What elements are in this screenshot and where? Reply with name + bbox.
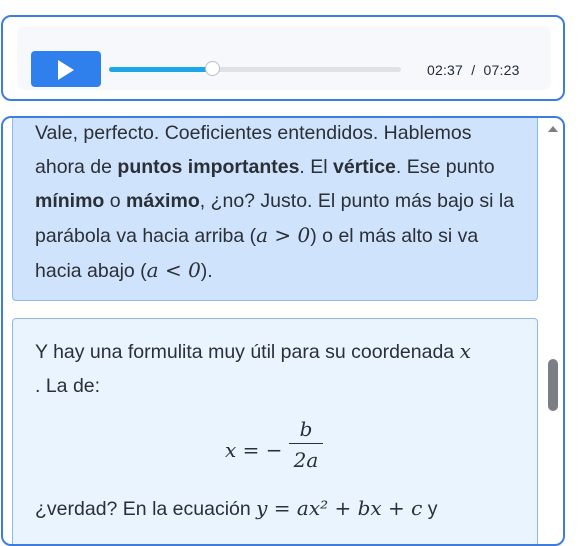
- text-segment: Y hay una formulita muy útil para su coo…: [35, 341, 460, 363]
- audio-player: 02:37 / 07:23: [1, 15, 565, 101]
- bold-term: mínimo: [35, 190, 105, 212]
- formula-lhs: x = −: [225, 438, 283, 462]
- text-segment: o: [104, 190, 127, 212]
- text-segment: . Ese punto: [395, 156, 495, 178]
- transcript-message-current: Vale, perfecto. Coeficientes entendidos.…: [12, 118, 538, 301]
- time-display: 02:37 / 07:23: [427, 62, 520, 78]
- fraction-numerator: b: [289, 415, 323, 444]
- fraction: b 2a: [289, 415, 323, 476]
- math-inline: x: [459, 339, 471, 363]
- current-time: 02:37: [427, 62, 464, 78]
- math-display: x = − b 2a: [35, 413, 517, 483]
- bold-term: puntos importantes: [117, 156, 300, 178]
- text-segment: y: [422, 498, 438, 520]
- bold-term: máximo: [126, 190, 200, 212]
- message-text: ¿verdad? En la ecuación y = ax² + bx + c…: [35, 491, 517, 526]
- text-segment: ¿verdad? En la ecuación: [35, 498, 257, 520]
- progress-fill: [109, 67, 213, 72]
- text-segment: . La de:: [35, 375, 101, 397]
- transcript-message: Y hay una formulita muy útil para su coo…: [12, 318, 538, 544]
- message-text: Y hay una formulita muy útil para su coo…: [35, 334, 517, 403]
- scroll-thumb[interactable]: [548, 359, 558, 411]
- play-button[interactable]: [31, 51, 101, 87]
- transcript-panel[interactable]: Vale, perfecto. Coeficientes entendidos.…: [1, 116, 565, 546]
- progress-track[interactable]: [109, 61, 401, 76]
- play-icon: [58, 60, 74, 80]
- text-segment: . El: [299, 156, 334, 178]
- scrollbar[interactable]: [546, 122, 560, 532]
- progress-thumb[interactable]: [204, 61, 220, 76]
- player-controls: 02:37 / 07:23: [17, 26, 551, 90]
- scroll-up-arrow-icon[interactable]: [546, 122, 560, 136]
- fraction-denominator: 2a: [293, 448, 319, 472]
- math-inline: a < 0: [146, 258, 201, 282]
- text-segment: ).: [200, 260, 213, 282]
- time-separator: /: [471, 62, 476, 78]
- bold-term: vértice: [333, 156, 396, 178]
- message-text: Vale, perfecto. Coeficientes entendidos.…: [35, 118, 517, 288]
- math-inline: a > 0: [256, 223, 311, 247]
- math-inline: y = ax² + bx + c: [256, 496, 423, 520]
- total-time: 07:23: [483, 62, 520, 78]
